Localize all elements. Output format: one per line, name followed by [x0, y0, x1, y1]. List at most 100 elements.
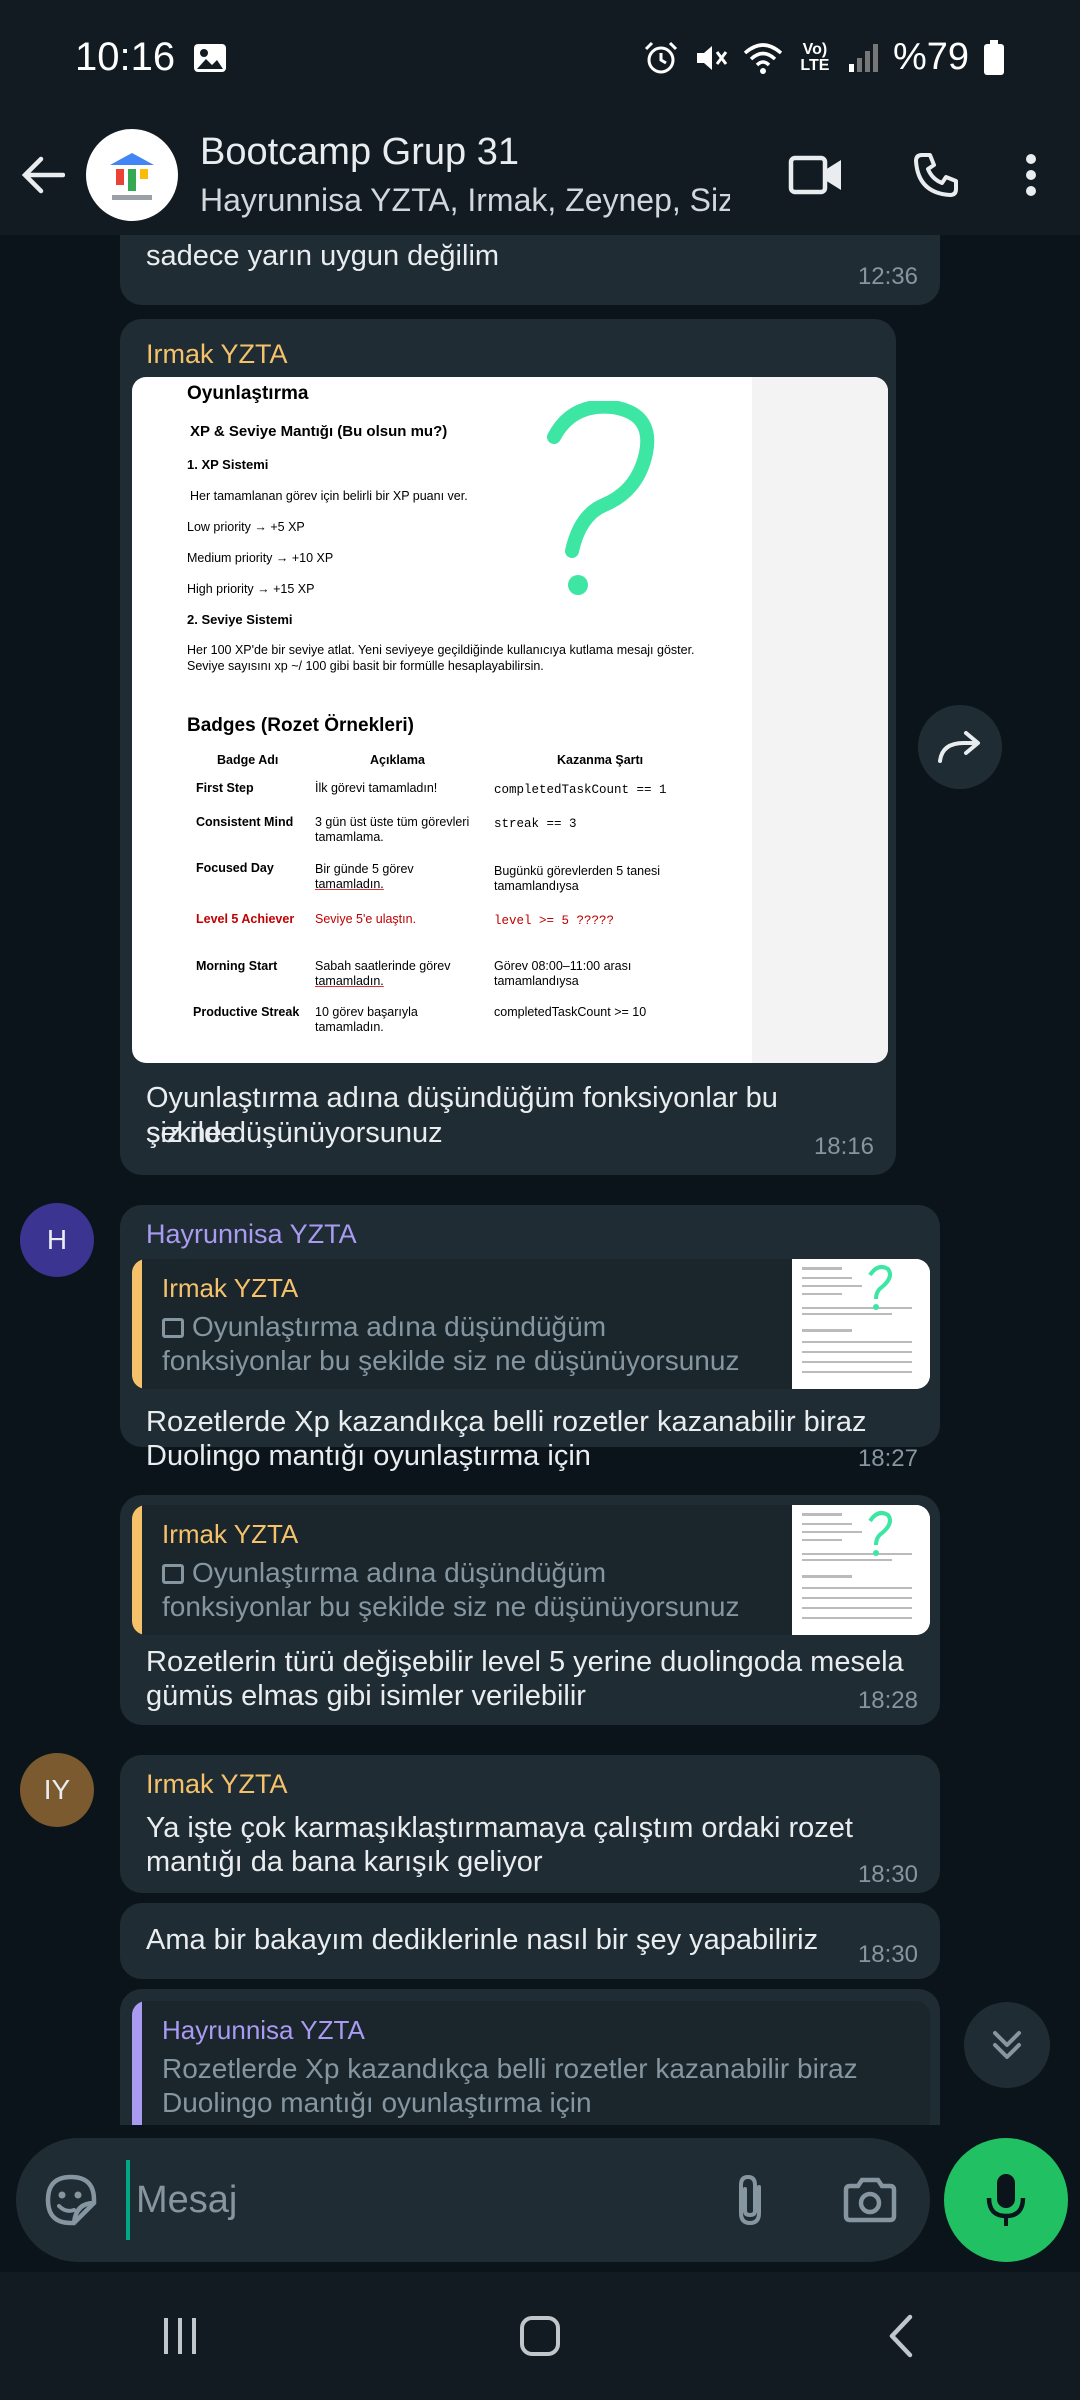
doc-xp-desc: Her tamamlanan görev için belirli bir XP… — [190, 489, 468, 503]
group-logo-icon — [110, 153, 154, 200]
voice-call-button[interactable] — [876, 120, 996, 230]
badge-name: Focused Day — [196, 861, 274, 875]
message-text: Rozetlerde Xp kazandıkça belli rozetler … — [146, 1406, 867, 1438]
image-icon — [193, 43, 227, 73]
header-actions — [756, 120, 1066, 230]
avatar[interactable]: H — [20, 1203, 94, 1277]
quote-line: fonksiyonlar bu şekilde siz ne düşünüyor… — [162, 1345, 740, 1376]
quote-thumbnail — [792, 1505, 930, 1635]
back-button[interactable] — [0, 115, 86, 235]
recents-icon — [164, 2318, 196, 2354]
quote-text: Oyunlaştırma adına düşündüğüm fonksiyonl… — [162, 1556, 782, 1624]
badge-desc: tamamladın. — [315, 974, 384, 988]
network-label: Vo) LTE — [800, 40, 830, 74]
status-right: Vo) LTE %79 — [643, 36, 1005, 79]
badge-desc: Bir günde 5 görev — [315, 862, 414, 876]
phone-icon — [914, 153, 958, 197]
doc-level-desc1: Her 100 XP'de bir seviye atlat. Yeni sev… — [187, 643, 695, 657]
avatar[interactable]: IY — [20, 1753, 94, 1827]
quote-line: Duolingo mantığı oyunlaştırma için — [162, 2087, 592, 2118]
badge-cond: tamamlandıysa — [494, 974, 579, 988]
quote-text: Rozetlerde Xp kazandıkça belli rozetler … — [162, 2052, 922, 2120]
quoted-message[interactable]: Hayrunnisa YZTA Rozetlerde Xp kazandıkça… — [132, 2001, 930, 2125]
sticker-button[interactable] — [16, 2138, 126, 2262]
more-vert-icon — [1026, 154, 1036, 196]
badge-desc: Seviye 5'e ulaştın. — [315, 912, 417, 926]
sticker-icon — [45, 2174, 97, 2226]
message-text: mantığı da bana karışık geliyor — [146, 1846, 543, 1878]
question-mark-drawing — [547, 401, 655, 595]
quote-bar — [132, 2001, 142, 2125]
message-text: Ama bir bakayım dediklerinle nasıl bir ş… — [146, 1924, 819, 1956]
badge-desc: tamamladın. — [315, 1020, 384, 1034]
message-text: sadece yarın uygun değilim — [146, 240, 500, 272]
home-button[interactable] — [460, 2286, 620, 2386]
document-image[interactable]: Oyunlaştırma XP & Seviye Mantığı (Bu ols… — [132, 377, 888, 1063]
attach-icon — [739, 2174, 761, 2226]
message-text: Duolingo mantığı oyunlaştırma için — [146, 1440, 591, 1472]
video-call-icon — [788, 155, 841, 195]
attach-button[interactable] — [690, 2138, 810, 2262]
group-info[interactable]: Bootcamp Grup 31 Hayrunnisa YZTA, Irmak,… — [200, 131, 730, 219]
chevron-double-down-icon — [993, 2031, 1021, 2059]
group-members: Hayrunnisa YZTA, Irmak, Zeynep, Siz — [200, 182, 730, 218]
message-bubble[interactable]: Ama bir bakayım dediklerinle nasıl bir ş… — [120, 1903, 940, 1979]
quote-image-icon — [162, 1318, 184, 1338]
message-time: 18:30 — [857, 1941, 918, 1968]
home-icon — [520, 2316, 560, 2356]
more-options-button[interactable] — [996, 120, 1066, 230]
system-nav-bar — [0, 2272, 1080, 2400]
nav-back-button[interactable] — [820, 2286, 980, 2386]
camera-button[interactable] — [810, 2138, 930, 2262]
quote-bar — [132, 1259, 142, 1389]
video-call-button[interactable] — [756, 120, 876, 230]
badge-cond: streak == 3 — [494, 817, 577, 831]
badge-desc: Sabah saatlerinde görev — [315, 959, 451, 973]
group-avatar[interactable] — [86, 129, 178, 221]
badge-cond: tamamlandıysa — [494, 879, 579, 893]
message-time: 18:27 — [857, 1445, 918, 1472]
forward-button[interactable] — [918, 705, 1002, 789]
message-text: gümüs elmas gibi isimler verilebilir — [146, 1680, 586, 1712]
quote-thumbnail — [792, 1259, 930, 1389]
message-bubble[interactable]: Irmak YZTA Oyunlaştırma adına düşündüğüm… — [120, 1495, 940, 1725]
voice-record-button[interactable] — [944, 2138, 1068, 2262]
message-bubble[interactable]: sadece yarın uygun değilim 12:36 — [120, 235, 940, 305]
quote-sender: Hayrunnisa YZTA — [162, 2015, 365, 2045]
chat-area[interactable]: sadece yarın uygun değilim 12:36 Irmak Y… — [0, 235, 1080, 2125]
quote-line: fonksiyonlar bu şekilde siz ne düşünüyor… — [162, 1591, 740, 1622]
quote-line: Rozetlerde Xp kazandıkça belli rozetler … — [162, 2053, 858, 2084]
doc-xp-heading: XP & Seviye Mantığı (Bu olsun mu?) — [190, 423, 448, 440]
quote-line: Oyunlaştırma adına düşündüğüm — [192, 1311, 607, 1342]
mic-icon — [986, 2174, 1026, 2226]
scroll-to-bottom-button[interactable] — [964, 2002, 1050, 2088]
mute-icon — [693, 40, 729, 76]
message-text: Ya işte çok karmaşıklaştırmamaya çalıştı… — [146, 1812, 853, 1844]
message-text: siz ne düşünüyorsunuz — [146, 1117, 443, 1149]
message-time: 18:16 — [813, 1133, 874, 1160]
doc-level-system: 2. Seviye Sistemi — [187, 612, 293, 627]
message-bubble[interactable]: Hayrunnisa YZTA Irmak YZTA Oyunlaştırma … — [120, 1205, 940, 1472]
badge-cond: completedTaskCount == 1 — [494, 783, 667, 797]
message-input[interactable] — [126, 2160, 686, 2240]
message-time: 12:36 — [857, 263, 918, 290]
message-time: 18:28 — [857, 1687, 918, 1714]
message-bubble[interactable]: Hayrunnisa YZTA Rozetlerde Xp kazandıkça… — [120, 1989, 940, 2125]
image-message-bubble[interactable]: Irmak YZTA Oyunlaştırma XP & Seviye Mant… — [120, 319, 896, 1175]
doc-xp-system: 1. XP Sistemi — [187, 457, 269, 472]
doc-low: Low priority → +5 XP — [187, 520, 305, 534]
badge-desc: tamamlama. — [315, 830, 384, 844]
sender-name: Hayrunnisa YZTA — [146, 1219, 357, 1249]
chat-header: Bootcamp Grup 31 Hayrunnisa YZTA, Irmak,… — [0, 115, 1080, 235]
camera-icon — [843, 2177, 897, 2223]
doc-high: High priority → +15 XP — [187, 582, 315, 596]
quote-bar — [132, 1505, 142, 1635]
message-bubble[interactable]: Irmak YZTA Ya işte çok karmaşıklaştırmam… — [120, 1755, 940, 1893]
quoted-message[interactable]: Irmak YZTA Oyunlaştırma adına düşündüğüm… — [132, 1505, 930, 1635]
badge-name: First Step — [196, 781, 254, 795]
doc-level-desc2: Seviye sayısını xp ~/ 100 gibi basit bir… — [187, 659, 544, 673]
recents-button[interactable] — [100, 2286, 260, 2386]
doc-col-cond: Kazanma Şartı — [557, 753, 644, 767]
doc-title: Oyunlaştırma — [187, 383, 309, 404]
quoted-message[interactable]: Irmak YZTA Oyunlaştırma adına düşündüğüm… — [132, 1259, 930, 1389]
